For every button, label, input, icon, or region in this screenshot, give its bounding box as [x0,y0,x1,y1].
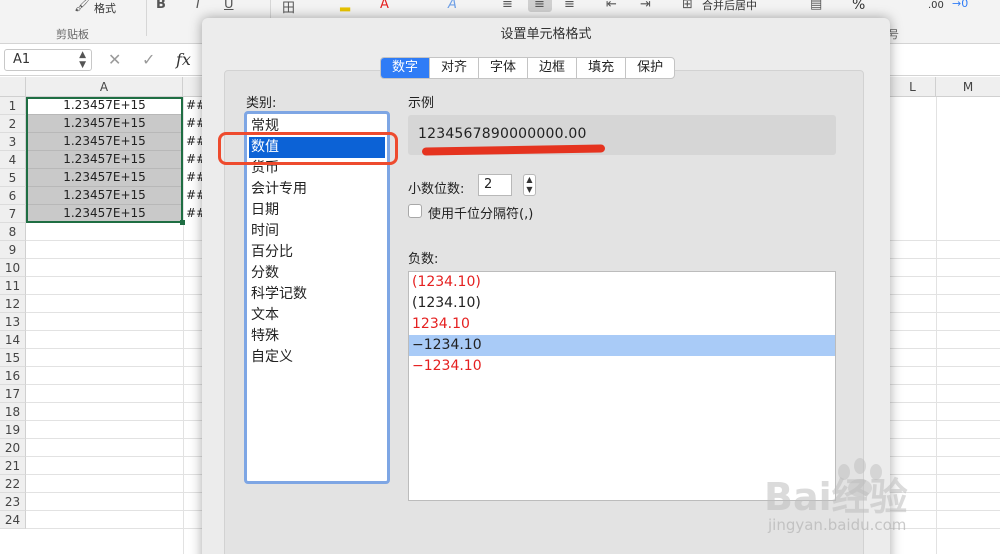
row-header[interactable]: 6 [0,187,26,205]
row-header[interactable]: 20 [0,439,26,457]
row-header[interactable]: 17 [0,385,26,403]
column-header-l[interactable]: L [890,77,936,97]
category-special[interactable]: 特殊 [249,326,385,347]
negative-option[interactable]: −1234.10 [409,356,835,377]
indent-decrease-icon[interactable]: ⇤ [606,0,617,12]
grid-vline [183,97,184,554]
row-header[interactable]: 1 [0,97,26,115]
merge-center-icon[interactable]: ⊞ [682,0,693,12]
sample-value: 1234567890000000.00 [418,126,587,142]
align-left-icon[interactable]: ≡ [502,0,513,12]
row-header[interactable]: 14 [0,331,26,349]
underline-icon[interactable]: U [224,0,234,12]
thousands-separator-checkbox[interactable] [408,204,422,218]
column-header-m[interactable]: M [936,77,1000,97]
selection-outline [26,97,183,223]
category-scientific[interactable]: 科学记数 [249,284,385,305]
percent-button[interactable]: % [852,0,865,13]
tab-protection[interactable]: 保护 [626,58,674,78]
row-header[interactable]: 19 [0,421,26,439]
row-header[interactable]: 13 [0,313,26,331]
row-header[interactable]: 23 [0,493,26,511]
italic-icon[interactable]: I [196,0,200,12]
currency-format-icon[interactable]: ▤ [810,0,822,12]
fill-handle[interactable] [180,220,185,225]
tab-number[interactable]: 数字 [381,58,431,78]
category-percentage[interactable]: 百分比 [249,242,385,263]
row-header[interactable]: 22 [0,475,26,493]
clipboard-group-label: 剪贴板 [56,28,89,41]
font-color-icon[interactable]: A [380,0,389,12]
category-fraction[interactable]: 分数 [249,263,385,284]
row-header[interactable]: 2 [0,115,26,133]
dialog-title: 设置单元格格式 [500,27,592,42]
row-header[interactable]: 12 [0,295,26,313]
fill-color-icon[interactable]: ▂ [340,0,350,12]
format-painter-label[interactable]: 格式 [94,0,116,16]
negative-option[interactable]: 1234.10 [409,314,835,335]
align-right-icon[interactable]: ≡ [564,0,575,12]
border-icon[interactable]: 田 [282,0,295,16]
row-header[interactable]: 11 [0,277,26,295]
format-painter-icon[interactable]: 🖌 [74,0,91,13]
fx-icon[interactable]: fx [176,50,191,69]
row-header[interactable]: 18 [0,403,26,421]
merge-center-label[interactable]: 合并后居中 [702,0,757,13]
confirm-icon[interactable]: ✓ [142,50,155,69]
watermark: Bai经验 jingyan.baidu.com [764,458,994,538]
decimal-places-label: 小数位数: [408,182,465,197]
row-header[interactable]: 10 [0,259,26,277]
category-time[interactable]: 时间 [249,221,385,242]
bold-icon[interactable]: B [156,0,166,12]
decimal-button[interactable]: .00 [928,0,944,11]
row-header[interactable]: 5 [0,169,26,187]
tab-font[interactable]: 字体 [479,58,529,78]
row-header[interactable]: 9 [0,241,26,259]
cancel-icon[interactable]: ✕ [108,50,121,69]
row-header[interactable]: 4 [0,151,26,169]
watermark-url: jingyan.baidu.com [768,516,907,534]
column-header-a[interactable]: A [26,77,183,97]
name-box[interactable]: A1 ▲ ▼ [4,49,92,71]
ribbon-divider [146,0,147,36]
select-all-corner[interactable] [0,77,26,97]
decrease-decimal-button[interactable]: →0 [952,0,968,10]
row-header[interactable]: 3 [0,133,26,151]
row-header[interactable]: 21 [0,457,26,475]
tab-border[interactable]: 边框 [528,58,578,78]
tab-fill[interactable]: 填充 [577,58,627,78]
watermark-brand: Bai经验 [764,475,908,519]
annotation-highlight-box [218,132,398,165]
category-text[interactable]: 文本 [249,305,385,326]
name-box-value: A1 [13,52,31,67]
row-header[interactable]: 24 [0,511,26,529]
decimal-places-stepper-icon[interactable]: ▲ ▼ [523,174,536,196]
align-center-icon: ≡ [534,0,545,12]
sample-label: 示例 [408,96,435,111]
negative-option-selected[interactable]: −1234.10 [409,335,835,356]
category-date[interactable]: 日期 [249,200,385,221]
category-list[interactable]: 常规 数值 货币 会计专用 日期 时间 百分比 分数 科学记数 文本 特殊 自定… [244,111,390,484]
decimal-places-input[interactable]: 2 [478,174,512,196]
tab-alignment[interactable]: 对齐 [430,58,480,78]
row-header[interactable]: 15 [0,349,26,367]
row-header[interactable]: 16 [0,367,26,385]
category-label: 类别: [246,96,277,111]
row-header[interactable]: 7 [0,205,26,223]
category-accounting[interactable]: 会计专用 [249,179,385,200]
row-header[interactable]: 8 [0,223,26,241]
indent-increase-icon[interactable]: ⇥ [640,0,651,12]
text-effect-icon[interactable]: A [448,0,457,12]
thousands-separator-label[interactable]: 使用千位分隔符(,) [428,203,533,222]
negative-option[interactable]: (1234.10) [409,293,835,314]
dialog-tabs: 数字 对齐 字体 边框 填充 保护 [380,57,676,79]
category-custom[interactable]: 自定义 [249,347,385,368]
name-box-stepper-icon[interactable]: ▲ ▼ [79,50,86,70]
negative-numbers-label: 负数: [408,252,439,267]
negative-option[interactable]: (1234.10) [409,272,835,293]
